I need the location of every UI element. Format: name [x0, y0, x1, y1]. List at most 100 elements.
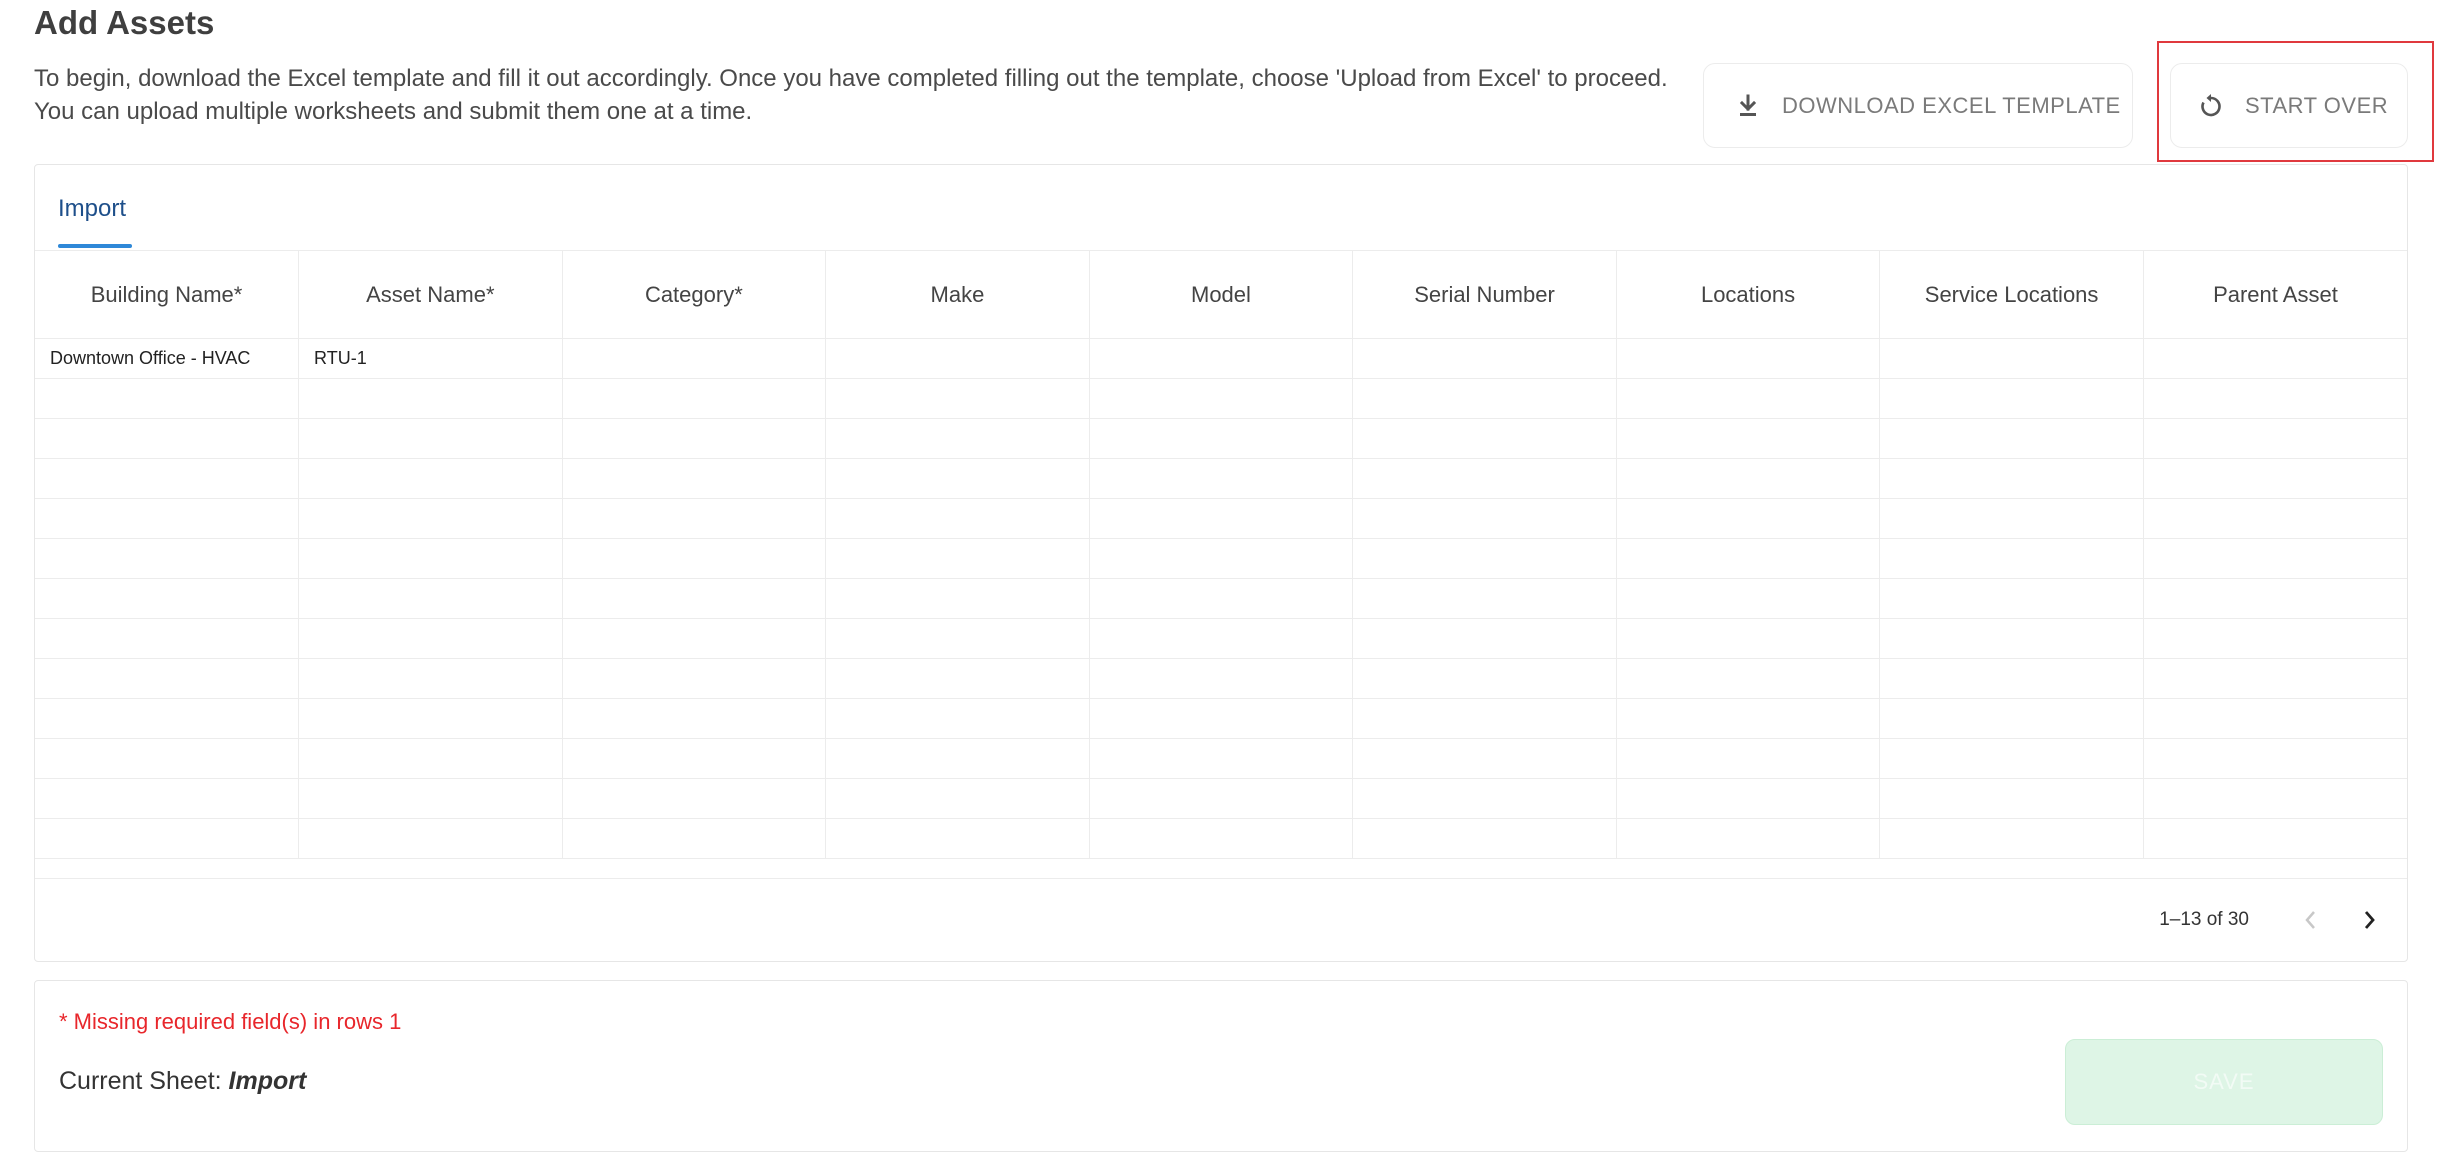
table-cell[interactable] — [35, 658, 300, 699]
next-page-button[interactable] — [2349, 900, 2389, 940]
table-cell[interactable] — [35, 698, 300, 739]
table-cell[interactable] — [298, 738, 563, 779]
table-cell[interactable] — [298, 538, 563, 579]
table-cell[interactable] — [1352, 378, 1617, 419]
table-cell[interactable] — [1352, 418, 1617, 459]
table-cell[interactable] — [562, 538, 827, 579]
table-cell[interactable] — [1352, 578, 1617, 619]
table-cell[interactable] — [825, 698, 1090, 739]
table-cell[interactable] — [1616, 498, 1881, 539]
table-cell[interactable] — [1089, 498, 1354, 539]
table-cell[interactable] — [298, 578, 563, 619]
table-cell[interactable] — [298, 418, 563, 459]
table-cell[interactable] — [562, 458, 827, 499]
table-cell[interactable] — [1352, 698, 1617, 739]
table-cell[interactable] — [2143, 458, 2407, 499]
table-cell[interactable] — [35, 578, 300, 619]
table-cell[interactable] — [2143, 778, 2407, 819]
table-cell[interactable] — [1089, 418, 1354, 459]
table-cell[interactable] — [1616, 578, 1881, 619]
start-over-button[interactable]: START OVER — [2170, 63, 2408, 148]
table-cell[interactable] — [825, 338, 1090, 379]
table-cell[interactable] — [2143, 738, 2407, 779]
table-cell[interactable] — [1089, 698, 1354, 739]
table-cell[interactable] — [1089, 578, 1354, 619]
table-cell[interactable] — [298, 818, 563, 859]
table-cell[interactable] — [1352, 778, 1617, 819]
table-cell[interactable] — [562, 418, 827, 459]
table-cell[interactable] — [298, 618, 563, 659]
tab-import[interactable]: Import — [58, 195, 126, 237]
table-cell[interactable] — [1089, 378, 1354, 419]
save-button[interactable]: SAVE — [2065, 1039, 2383, 1125]
table-cell[interactable] — [562, 738, 827, 779]
table-cell[interactable] — [1879, 818, 2144, 859]
table-cell[interactable] — [298, 698, 563, 739]
previous-page-button[interactable] — [2291, 900, 2331, 940]
table-cell[interactable] — [1352, 338, 1617, 379]
table-cell[interactable] — [825, 738, 1090, 779]
table-cell[interactable] — [2143, 578, 2407, 619]
table-cell[interactable] — [825, 538, 1090, 579]
table-cell[interactable] — [1616, 778, 1881, 819]
table-cell[interactable] — [2143, 338, 2407, 379]
table-cell[interactable] — [825, 578, 1090, 619]
table-cell[interactable] — [1352, 658, 1617, 699]
table-cell[interactable] — [1089, 818, 1354, 859]
table-cell[interactable] — [35, 538, 300, 579]
table-cell[interactable] — [562, 498, 827, 539]
table-cell[interactable] — [298, 378, 563, 419]
table-cell[interactable] — [35, 818, 300, 859]
table-cell[interactable] — [825, 778, 1090, 819]
table-cell[interactable] — [562, 618, 827, 659]
table-cell[interactable] — [1089, 618, 1354, 659]
table-cell[interactable] — [298, 778, 563, 819]
table-cell[interactable] — [562, 658, 827, 699]
table-cell[interactable] — [825, 418, 1090, 459]
table-cell[interactable] — [562, 338, 827, 379]
table-cell[interactable] — [1616, 818, 1881, 859]
table-cell[interactable] — [1879, 418, 2144, 459]
table-cell[interactable] — [2143, 498, 2407, 539]
table-cell[interactable] — [1879, 618, 2144, 659]
table-cell[interactable] — [1616, 378, 1881, 419]
table-cell[interactable] — [1352, 538, 1617, 579]
table-cell[interactable] — [1089, 338, 1354, 379]
table-cell[interactable] — [298, 498, 563, 539]
table-cell[interactable] — [35, 418, 300, 459]
table-cell[interactable] — [1089, 658, 1354, 699]
table-cell[interactable] — [2143, 658, 2407, 699]
table-cell[interactable] — [35, 498, 300, 539]
table-cell[interactable] — [35, 378, 300, 419]
table-cell[interactable] — [1879, 498, 2144, 539]
table-cell[interactable] — [562, 778, 827, 819]
table-cell[interactable] — [35, 778, 300, 819]
table-cell[interactable] — [35, 618, 300, 659]
table-cell[interactable] — [1089, 778, 1354, 819]
download-excel-template-button[interactable]: DOWNLOAD EXCEL TEMPLATE — [1703, 63, 2133, 148]
table-cell[interactable] — [2143, 698, 2407, 739]
table-cell[interactable] — [1616, 338, 1881, 379]
table-cell[interactable] — [825, 458, 1090, 499]
table-cell[interactable] — [1879, 338, 2144, 379]
table-cell[interactable] — [1616, 418, 1881, 459]
table-cell[interactable] — [298, 658, 563, 699]
table-cell[interactable] — [1352, 498, 1617, 539]
table-cell[interactable] — [2143, 818, 2407, 859]
table-cell[interactable] — [1352, 738, 1617, 779]
table-cell[interactable] — [2143, 378, 2407, 419]
table-cell[interactable] — [1879, 578, 2144, 619]
table-cell[interactable] — [1616, 658, 1881, 699]
table-cell[interactable] — [35, 738, 300, 779]
table-cell[interactable] — [825, 378, 1090, 419]
table-cell[interactable] — [2143, 618, 2407, 659]
table-cell[interactable] — [562, 818, 827, 859]
table-cell[interactable] — [1089, 738, 1354, 779]
table-cell[interactable] — [1616, 738, 1881, 779]
table-cell[interactable] — [562, 578, 827, 619]
table-cell[interactable] — [2143, 418, 2407, 459]
table-cell[interactable] — [1879, 538, 2144, 579]
table-cell[interactable] — [1616, 458, 1881, 499]
table-cell[interactable] — [562, 698, 827, 739]
table-cell[interactable] — [2143, 538, 2407, 579]
